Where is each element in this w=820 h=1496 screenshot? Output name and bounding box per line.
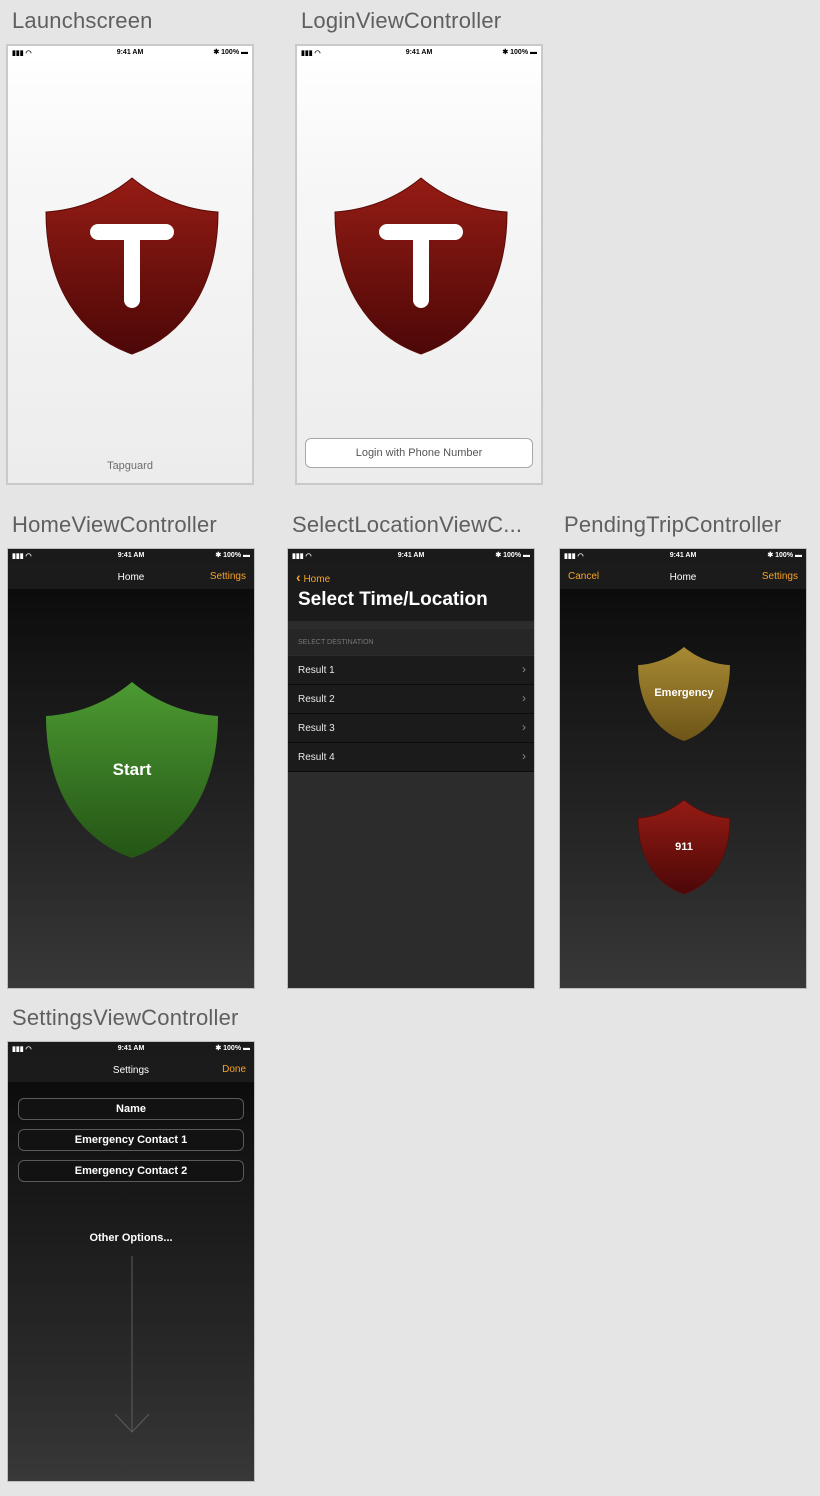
settings-screen: ▮▮▮ ◠ 9:41 AM ✱ 100% ▬ Settings Done Nam…: [7, 1041, 255, 1482]
artboard-title-select: SelectLocationViewC...: [292, 512, 523, 537]
page-title: Select Time/Location: [298, 589, 488, 610]
nav-title: Settings: [112, 1065, 150, 1076]
emergency-label: Emergency: [654, 687, 714, 699]
home-screen: ▮▮▮ ◠ 9:41 AM ✱ 100% ▬ Home Settings Sta…: [7, 548, 255, 989]
battery-icon: ✱ 100% ▬: [215, 1045, 250, 1052]
artboard-title-home: HomeViewController: [12, 512, 217, 537]
done-button[interactable]: Done: [222, 1064, 246, 1075]
artboard-title-login: LoginViewController: [301, 8, 502, 33]
settings-button[interactable]: Settings: [762, 571, 798, 582]
battery-label: 100%: [775, 552, 794, 559]
chevron-right-icon: ›: [522, 749, 526, 763]
start-shield-button[interactable]: Start: [44, 680, 220, 860]
name-field[interactable]: Name: [18, 1098, 244, 1120]
list-item[interactable]: Result 4 ›: [288, 743, 534, 772]
battery-label: 100%: [223, 552, 242, 559]
battery-icon: ✱ 100% ▬: [215, 552, 250, 559]
call-911-shield-button[interactable]: 911: [637, 798, 731, 896]
artboard-title-pending: PendingTripController: [564, 512, 782, 537]
battery-icon: ✱ 100% ▬: [213, 49, 248, 56]
list-item[interactable]: Result 3 ›: [288, 714, 534, 743]
call-911-label: 911: [675, 841, 693, 853]
battery-icon: ✱ 100% ▬: [502, 49, 537, 56]
status-bar: ▮▮▮ ◠ 9:41 AM ✱ 100% ▬: [288, 549, 534, 563]
status-bar: ▮▮▮ ◠ 9:41 AM ✱ 100% ▬: [8, 549, 254, 563]
status-bar: ▮▮▮ ◠ 9:41 AM ✱ 100% ▬: [8, 46, 252, 60]
emergency-shield-button[interactable]: Emergency: [637, 645, 731, 743]
chevron-right-icon: ›: [522, 662, 526, 676]
arrow-down-icon: [114, 1256, 150, 1433]
battery-icon: ✱ 100% ▬: [767, 552, 802, 559]
artboard-title-settings: SettingsViewController: [12, 1005, 239, 1030]
list-item[interactable]: Result 1 ›: [288, 656, 534, 685]
status-bar: ▮▮▮ ◠ 9:41 AM ✱ 100% ▬: [8, 1042, 254, 1056]
nav-bar: Cancel Home Settings: [560, 563, 806, 589]
shield-icon: [334, 177, 508, 355]
emergency-contact-1-field[interactable]: Emergency Contact 1: [18, 1129, 244, 1151]
artboard-title-launch: Launchscreen: [12, 8, 153, 33]
shield-icon: [45, 177, 219, 355]
list-item-label: Result 1: [298, 665, 335, 676]
chevron-right-icon: ›: [522, 691, 526, 705]
list-item-label: Result 3: [298, 723, 335, 734]
battery-label: 100%: [503, 552, 522, 559]
back-button[interactable]: ‹ Home: [296, 569, 330, 585]
chevron-left-icon: ‹: [296, 569, 301, 585]
large-title-header: ‹ Home Select Time/Location: [288, 563, 534, 621]
settings-button[interactable]: Settings: [210, 571, 246, 582]
section-header-label: SELECT DESTINATION: [298, 639, 374, 646]
other-options-label: Other Options...: [89, 1232, 173, 1244]
pending-trip-screen: ▮▮▮ ◠ 9:41 AM ✱ 100% ▬ Cancel Home Setti…: [559, 548, 807, 989]
nav-bar: Settings Done: [8, 1056, 254, 1082]
battery-label: 100%: [510, 49, 529, 56]
battery-label: 100%: [223, 1045, 242, 1052]
select-location-screen: ▮▮▮ ◠ 9:41 AM ✱ 100% ▬ ‹ Home Select Tim…: [287, 548, 535, 989]
list-item-label: Result 2: [298, 694, 335, 705]
battery-icon: ✱ 100% ▬: [495, 552, 530, 559]
login-screen: ▮▮▮ ◠ 9:41 AM ✱ 100% ▬ Login with Phone …: [295, 44, 543, 485]
nav-bar: Home Settings: [8, 563, 254, 589]
app-name-footer: Tapguard: [107, 460, 153, 472]
battery-label: 100%: [221, 49, 240, 56]
launch-screen: ▮▮▮ ◠ 9:41 AM ✱ 100% ▬ Tapguard: [6, 44, 254, 485]
status-bar: ▮▮▮ ◠ 9:41 AM ✱ 100% ▬: [297, 46, 541, 60]
list-item[interactable]: Result 2 ›: [288, 685, 534, 714]
section-header: SELECT DESTINATION: [288, 629, 534, 655]
list-item-label: Result 4: [298, 752, 335, 763]
emergency-contact-2-field[interactable]: Emergency Contact 2: [18, 1160, 244, 1182]
login-phone-button[interactable]: Login with Phone Number: [305, 438, 533, 468]
start-label: Start: [112, 760, 152, 779]
chevron-right-icon: ›: [522, 720, 526, 734]
status-bar: ▮▮▮ ◠ 9:41 AM ✱ 100% ▬: [560, 549, 806, 563]
back-label: Home: [303, 574, 331, 585]
